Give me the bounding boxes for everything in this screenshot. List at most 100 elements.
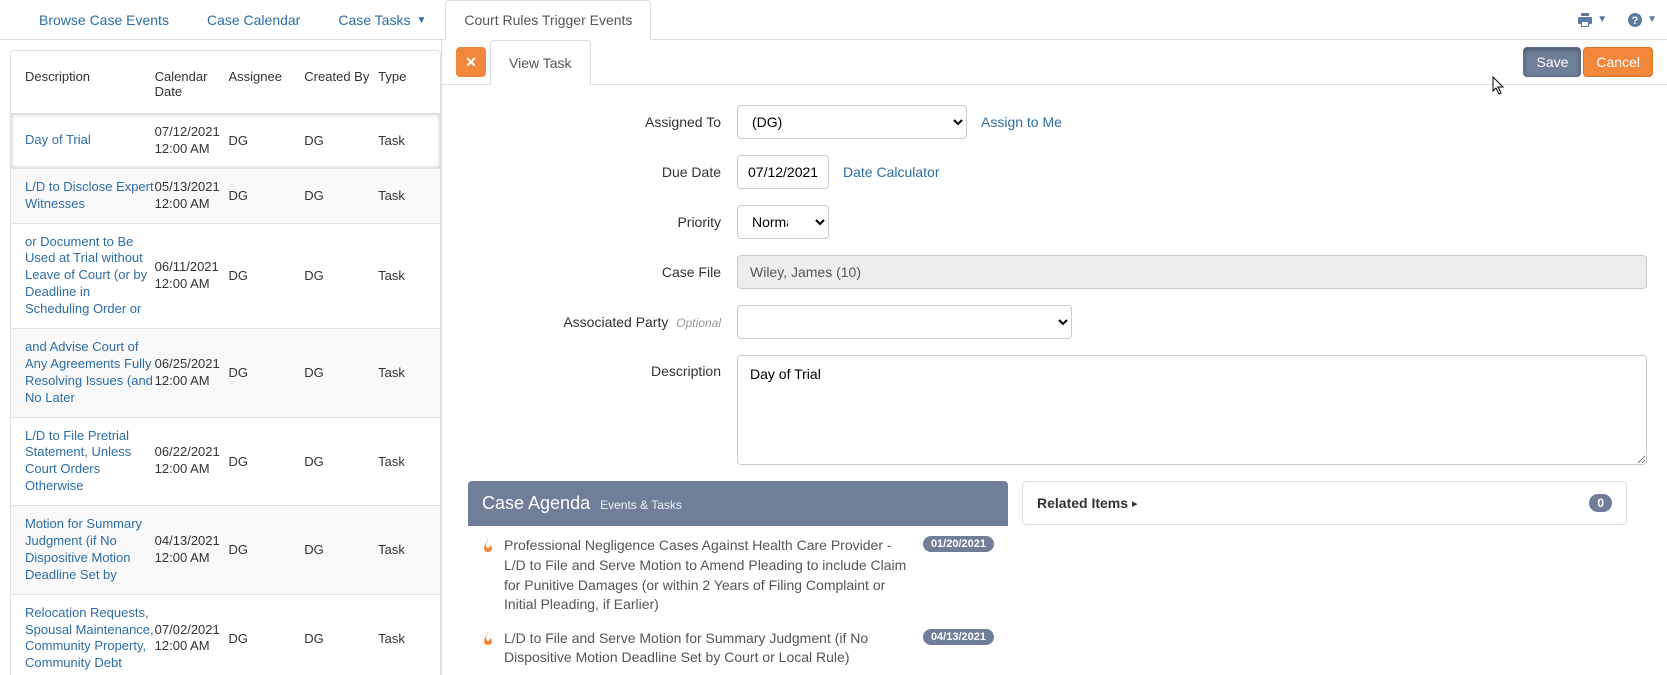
row-type: Task: [378, 133, 426, 148]
tab-case-calendar[interactable]: Case Calendar: [188, 0, 319, 39]
related-items-panel[interactable]: Related Items ▸ 0: [1022, 481, 1627, 525]
date-calculator-link[interactable]: Date Calculator: [843, 164, 940, 180]
description-label: Description: [462, 355, 737, 379]
description-textarea[interactable]: Day of Trial: [737, 355, 1647, 465]
priority-label: Priority: [462, 214, 737, 230]
row-description-link[interactable]: L/D to Disclose Expert Witnesses: [25, 179, 155, 213]
col-header-type[interactable]: Type: [378, 69, 426, 99]
row-assignee: DG: [228, 188, 304, 203]
row-type: Task: [378, 365, 426, 380]
tab-court-rules-trigger-events[interactable]: Court Rules Trigger Events: [445, 0, 651, 40]
col-header-assignee[interactable]: Assignee: [228, 69, 304, 99]
row-created-by: DG: [304, 631, 378, 646]
row-created-by: DG: [304, 188, 378, 203]
row-created-by: DG: [304, 268, 378, 283]
agenda-item-date: 04/13/2021: [923, 629, 994, 645]
row-date: 07/02/202112:00 AM: [155, 622, 229, 656]
row-description-link[interactable]: Day of Trial: [25, 132, 155, 149]
agenda-item-text: Professional Negligence Cases Against He…: [504, 536, 913, 614]
print-icon: [1577, 12, 1593, 28]
table-body: Day of Trial07/12/202112:00 AMDGDGTaskL/…: [10, 114, 441, 675]
close-icon: ✕: [465, 54, 477, 71]
table-row[interactable]: and Advise Court of Any Agreements Fully…: [11, 329, 440, 418]
help-button[interactable]: ? ▼: [1627, 12, 1657, 28]
row-date: 06/25/202112:00 AM: [155, 356, 229, 390]
row-type: Task: [378, 454, 426, 469]
case-file-readonly: Wiley, James (10): [737, 255, 1647, 289]
table-row[interactable]: Day of Trial07/12/202112:00 AMDGDGTask: [11, 114, 440, 169]
related-items-count: 0: [1589, 494, 1612, 512]
table-header-row: Description Calendar Date Assignee Creat…: [10, 50, 441, 114]
row-type: Task: [378, 188, 426, 203]
case-agenda-subtitle: Events & Tasks: [600, 498, 682, 512]
table-row[interactable]: L/D to File Pretrial Statement, Unless C…: [11, 418, 440, 507]
events-table-panel: Description Calendar Date Assignee Creat…: [0, 40, 442, 675]
row-created-by: DG: [304, 454, 378, 469]
chevron-down-icon: ▼: [1597, 14, 1607, 25]
assigned-to-label: Assigned To: [462, 114, 737, 130]
top-navigation: Browse Case Events Case Calendar Case Ta…: [0, 0, 1667, 40]
task-detail-panel: ✕ View Task Save Cancel Assigned To (DG)…: [442, 40, 1667, 675]
tab-view-task[interactable]: View Task: [490, 40, 591, 85]
row-description-link[interactable]: or Document to Be Used at Trial without …: [25, 234, 155, 318]
row-type: Task: [378, 542, 426, 557]
assigned-to-select[interactable]: (DG): [737, 105, 967, 139]
row-created-by: DG: [304, 365, 378, 380]
tab-case-tasks[interactable]: Case Tasks ▼: [319, 0, 445, 39]
chevron-right-icon: ▸: [1132, 497, 1138, 510]
due-date-input[interactable]: [737, 155, 829, 189]
related-items-title: Related Items: [1037, 495, 1128, 511]
row-description-link[interactable]: and Advise Court of Any Agreements Fully…: [25, 339, 155, 407]
save-button[interactable]: Save: [1523, 47, 1581, 77]
print-button[interactable]: ▼: [1577, 12, 1607, 28]
case-agenda-header[interactable]: Case Agenda Events & Tasks: [468, 481, 1008, 526]
chevron-down-icon: ▼: [1647, 14, 1657, 25]
row-assignee: DG: [228, 631, 304, 646]
row-description-link[interactable]: L/D to File Pretrial Statement, Unless C…: [25, 428, 155, 496]
agenda-item[interactable]: Professional Negligence Cases Against He…: [468, 526, 1008, 618]
row-description-link[interactable]: Relocation Requests, Spousal Maintenance…: [25, 605, 155, 673]
nav-tabs: Browse Case Events Case Calendar Case Ta…: [20, 0, 651, 39]
row-date: 04/13/202112:00 AM: [155, 533, 229, 567]
associated-party-label: Associated Party Optional: [462, 314, 737, 330]
table-row[interactable]: L/D to Disclose Expert Witnesses05/13/20…: [11, 169, 440, 224]
row-assignee: DG: [228, 454, 304, 469]
table-row[interactable]: or Document to Be Used at Trial without …: [11, 224, 440, 329]
row-date: 07/12/202112:00 AM: [155, 124, 229, 158]
svg-text:?: ?: [1632, 15, 1639, 27]
associated-party-select[interactable]: [737, 305, 1072, 339]
task-form: Assigned To (DG) Assign to Me Due Date D…: [442, 85, 1667, 675]
case-file-label: Case File: [462, 264, 737, 280]
row-assignee: DG: [228, 365, 304, 380]
col-header-calendar-date[interactable]: Calendar Date: [155, 69, 229, 99]
priority-select[interactable]: Normal: [737, 205, 829, 239]
flame-icon: [482, 631, 494, 645]
help-icon: ?: [1627, 12, 1643, 28]
col-header-created-by[interactable]: Created By: [304, 69, 378, 99]
row-type: Task: [378, 631, 426, 646]
chevron-down-icon: ▼: [416, 15, 426, 26]
flame-icon: [482, 538, 494, 552]
case-agenda-panel: Case Agenda Events & Tasks Professional …: [468, 481, 1008, 672]
close-button[interactable]: ✕: [456, 47, 486, 77]
tab-browse-case-events[interactable]: Browse Case Events: [20, 0, 188, 39]
row-description-link[interactable]: Motion for Summary Judgment (if No Dispo…: [25, 516, 155, 584]
agenda-item-date: 01/20/2021: [923, 536, 994, 552]
agenda-item[interactable]: L/D to File and Serve Motion for Summary…: [468, 619, 1008, 672]
tab-case-tasks-label: Case Tasks: [338, 12, 410, 28]
table-row[interactable]: Motion for Summary Judgment (if No Dispo…: [11, 506, 440, 595]
agenda-item-text: L/D to File and Serve Motion for Summary…: [504, 629, 913, 668]
row-created-by: DG: [304, 542, 378, 557]
table-row[interactable]: Relocation Requests, Spousal Maintenance…: [11, 595, 440, 675]
detail-tabs: ✕ View Task Save Cancel: [442, 40, 1667, 85]
row-assignee: DG: [228, 542, 304, 557]
row-date: 05/13/202112:00 AM: [155, 179, 229, 213]
row-assignee: DG: [228, 133, 304, 148]
case-agenda-title: Case Agenda: [482, 493, 590, 514]
row-type: Task: [378, 268, 426, 283]
due-date-label: Due Date: [462, 164, 737, 180]
assign-to-me-link[interactable]: Assign to Me: [981, 114, 1062, 130]
cancel-button[interactable]: Cancel: [1583, 47, 1653, 77]
col-header-description[interactable]: Description: [25, 69, 155, 99]
topbar-actions: ▼ ? ▼: [1577, 0, 1657, 39]
